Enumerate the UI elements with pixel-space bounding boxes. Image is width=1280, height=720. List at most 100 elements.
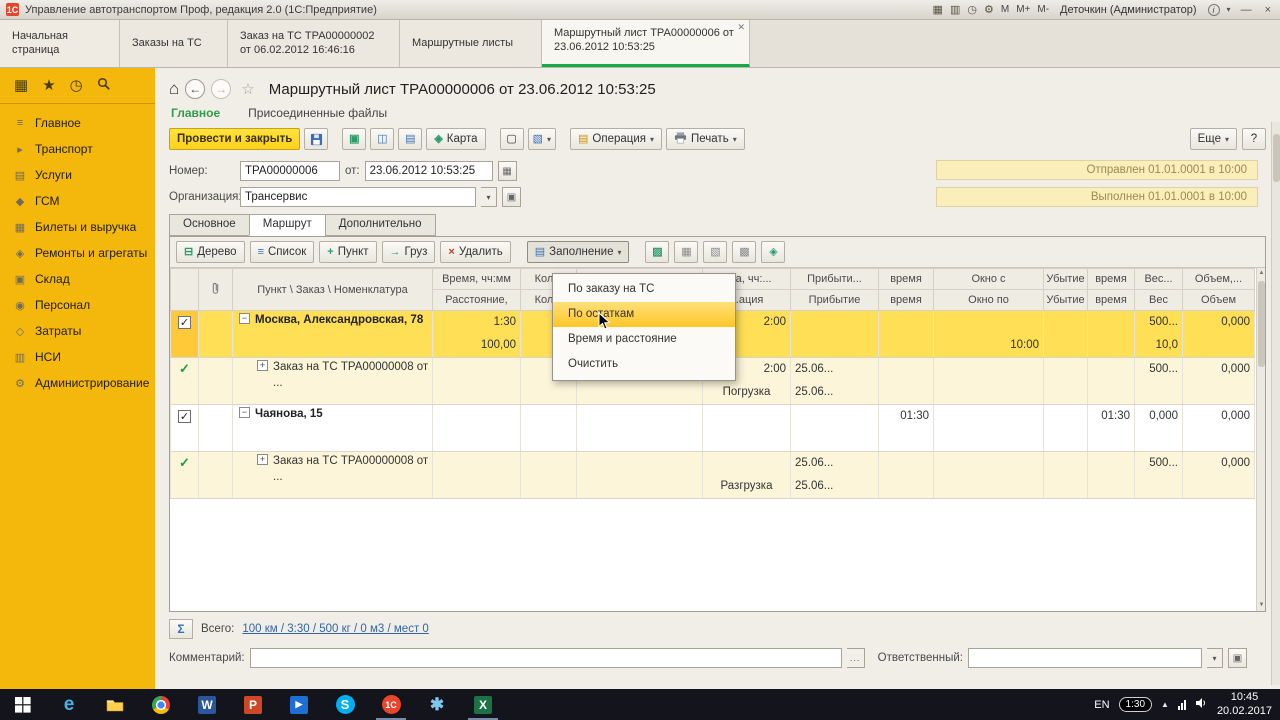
tab-dopolnitelno[interactable]: Дополнительно: [324, 214, 436, 236]
organization-field[interactable]: [240, 187, 476, 207]
menu-grid-icon[interactable]: ▦: [14, 78, 28, 93]
tab-home-page[interactable]: Начальная страница: [0, 20, 120, 67]
copy-icon[interactable]: ▦: [674, 241, 699, 263]
current-user[interactable]: Деточкин (Администратор): [1060, 4, 1197, 16]
forward-button[interactable]: →: [211, 79, 232, 99]
sidebar-item-remonty[interactable]: ◈ Ремонты и агрегаты: [0, 240, 155, 266]
column-header-time[interactable]: Время, чч:мм: [432, 268, 521, 290]
favorite-star-icon[interactable]: ☆: [241, 80, 254, 98]
mail-button[interactable]: ▧ ▾: [527, 128, 556, 150]
memory-m-button[interactable]: М: [1001, 4, 1009, 15]
column-header-volume2[interactable]: Объем: [1182, 289, 1255, 311]
collapse-toggle[interactable]: −: [239, 407, 250, 418]
responsible-dropdown-icon[interactable]: ▾: [1206, 648, 1223, 668]
settings-icon[interactable]: ⚙: [984, 3, 994, 16]
powerpoint-icon[interactable]: P: [230, 689, 276, 720]
sidebar-item-nsi[interactable]: ▥ НСИ: [0, 344, 155, 370]
tab-route-sheet-doc[interactable]: Маршрутный лист ТРА00000006 от 23.06.201…: [542, 20, 750, 67]
calendar-picker-icon[interactable]: ▦: [497, 161, 517, 181]
form-scrollbar-thumb[interactable]: [1273, 134, 1280, 182]
dtkt-register-icon[interactable]: ◫: [370, 128, 395, 150]
totals-sigma-button[interactable]: Σ: [169, 619, 193, 639]
memory-mminus-button[interactable]: М-: [1037, 4, 1049, 15]
column-header-distance[interactable]: Расстояние,: [432, 289, 521, 311]
fill-menu-button[interactable]: ▤ Заполнение ▾: [526, 241, 630, 263]
start-button[interactable]: [0, 689, 46, 720]
favorites-star-icon[interactable]: ★: [42, 78, 55, 93]
paste-icon[interactable]: ▧: [703, 241, 728, 263]
column-header-weight[interactable]: Вес...: [1134, 268, 1183, 290]
map-button[interactable]: ◈ Карта: [426, 128, 486, 150]
fill-template-icon[interactable]: ▨: [645, 241, 670, 263]
file-icon[interactable]: ▢: [499, 128, 524, 150]
menu-item-time-and-distance[interactable]: Время и расстояние: [553, 327, 735, 352]
add-point-button[interactable]: + Пункт: [319, 241, 377, 263]
column-header-arrival[interactable]: Прибыти...: [790, 268, 879, 290]
organization-dropdown-icon[interactable]: ▾: [481, 187, 497, 207]
column-header-volume[interactable]: Объем,...: [1182, 268, 1255, 290]
sidebar-item-personal[interactable]: ◉ Персонал: [0, 292, 155, 318]
row-checkbox[interactable]: ✓: [178, 410, 191, 423]
close-tab-icon[interactable]: ✕: [737, 22, 745, 33]
nav-link-glavnoe[interactable]: Главное: [171, 106, 220, 120]
file-explorer-icon[interactable]: [92, 689, 138, 720]
column-header-point[interactable]: Пункт \ Заказ \ Номенклатура: [232, 268, 433, 311]
home-icon[interactable]: ⌂: [169, 79, 179, 99]
word-icon[interactable]: W: [184, 689, 230, 720]
tab-vehicle-order-doc[interactable]: Заказ на ТС ТРА00000002 от 06.02.2012 16…: [228, 20, 400, 67]
column-header-departure[interactable]: Убытие: [1043, 268, 1088, 290]
skype-icon[interactable]: S: [322, 689, 368, 720]
route-row-point-chayanova[interactable]: ✓ − Чаянова, 15 01:30 01:30 0,000 0,000: [170, 404, 1255, 452]
form-scrollbar[interactable]: [1271, 122, 1280, 685]
number-field[interactable]: [240, 161, 340, 181]
media-player-icon[interactable]: ▶: [276, 689, 322, 720]
route-row-order-unloading[interactable]: ✓ + Заказ на ТС ТРА00000008 от ... Разгру…: [170, 451, 1255, 499]
post-and-close-button[interactable]: Провести и закрыть: [169, 128, 301, 150]
collapse-toggle[interactable]: −: [239, 313, 250, 324]
selection-icon[interactable]: ◈: [761, 241, 786, 263]
sidebar-item-uslugi[interactable]: ▤ Услуги: [0, 162, 155, 188]
column-header-departure2[interactable]: Убытие: [1043, 289, 1088, 311]
1c-taskbar-icon[interactable]: 1С: [368, 689, 414, 720]
delete-row-button[interactable]: × Удалить: [440, 241, 511, 263]
clock[interactable]: 10:45 20.02.2017: [1217, 691, 1272, 719]
tab-osnovnoe[interactable]: Основное: [169, 214, 250, 236]
totals-link[interactable]: 100 км / 3:30 / 500 кг / 0 м3 / мест 0: [242, 623, 428, 635]
excel-icon[interactable]: X: [460, 689, 506, 720]
language-indicator[interactable]: EN: [1094, 699, 1109, 711]
comment-more-button[interactable]: ...: [846, 648, 865, 668]
menu-item-by-vehicle-order[interactable]: По заказу на ТС: [553, 277, 735, 302]
utility-icon[interactable]: ✱: [414, 689, 460, 720]
operation-menu-button[interactable]: ▤ Операция ▾: [569, 128, 663, 150]
history-clock-icon[interactable]: ◷: [70, 78, 83, 93]
row-checkbox[interactable]: ✓: [178, 316, 191, 329]
add-cargo-button[interactable]: → Груз: [381, 241, 436, 263]
menu-item-by-balances[interactable]: По остаткам: [553, 302, 735, 327]
column-header-window-from[interactable]: Окно с: [933, 268, 1044, 290]
back-button[interactable]: ←: [185, 79, 206, 99]
chevron-down-icon[interactable]: ▾: [1227, 5, 1231, 14]
tab-marshrut[interactable]: Маршрут: [248, 214, 326, 236]
column-header-weight2[interactable]: Вес: [1134, 289, 1183, 311]
table-scrollbar[interactable]: ▲ ▼: [1256, 268, 1265, 611]
sidebar-item-zatraty[interactable]: ◇ Затраты: [0, 318, 155, 344]
history-icon[interactable]: ◷: [967, 3, 977, 16]
chrome-icon[interactable]: [138, 689, 184, 720]
menu-item-clear[interactable]: Очистить: [553, 352, 735, 377]
responsible-open-icon[interactable]: ▣: [1227, 648, 1247, 668]
date-field[interactable]: [364, 161, 493, 181]
sidebar-item-transport[interactable]: ▸ Транспорт: [0, 136, 155, 162]
battery-indicator[interactable]: 1:30: [1118, 697, 1153, 712]
expand-toggle[interactable]: +: [257, 454, 268, 465]
journal-icon[interactable]: ▤: [398, 128, 423, 150]
scroll-up-icon[interactable]: ▲: [1257, 268, 1265, 279]
more-button[interactable]: Еще ▾: [1189, 128, 1237, 150]
minimize-button[interactable]: —: [1238, 4, 1255, 16]
post-document-icon[interactable]: ▣: [342, 128, 367, 150]
sidebar-item-gsm[interactable]: ◆ ГСМ: [0, 188, 155, 214]
sidebar-item-administrirovanie[interactable]: ⚙ Администрирование: [0, 370, 155, 396]
save-button[interactable]: [304, 128, 329, 150]
column-header-time1[interactable]: время: [878, 268, 934, 290]
column-header-time2[interactable]: время: [1087, 268, 1135, 290]
tree-view-button[interactable]: ⊟ Дерево: [176, 241, 245, 263]
